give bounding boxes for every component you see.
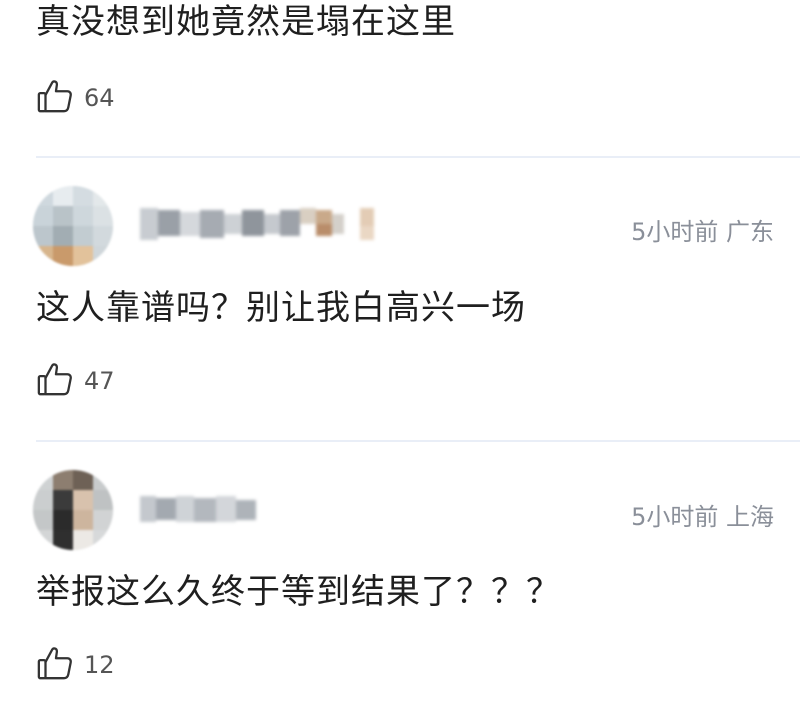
like-count: 47 [84,367,115,395]
comment-text: 真没想到她竟然是塌在这里 [36,2,456,42]
like-count: 12 [84,651,115,679]
comment-meta: 5小时前 上海 [631,503,774,531]
divider [36,156,800,158]
comment-meta: 5小时前 广东 [631,218,774,246]
thumbs-up-icon [36,360,74,402]
comment-text: 举报这么久终于等到结果了？？？ [36,572,561,612]
thumbs-up-icon [36,77,74,119]
username[interactable] [140,204,390,244]
avatar[interactable] [33,470,113,550]
like-button[interactable]: 64 [36,78,115,118]
thumbs-up-icon [36,644,74,686]
comment-list: 真没想到她竟然是塌在这里 64 5小时前 广东 这人靠谱吗？别让我白高兴一场 4… [0,0,800,711]
like-button[interactable]: 12 [36,645,115,685]
avatar[interactable] [33,186,113,266]
comment-text: 这人靠谱吗？别让我白高兴一场 [36,288,526,328]
divider [36,440,800,442]
like-count: 64 [84,84,115,112]
like-button[interactable]: 47 [36,361,115,401]
username[interactable] [140,490,260,530]
